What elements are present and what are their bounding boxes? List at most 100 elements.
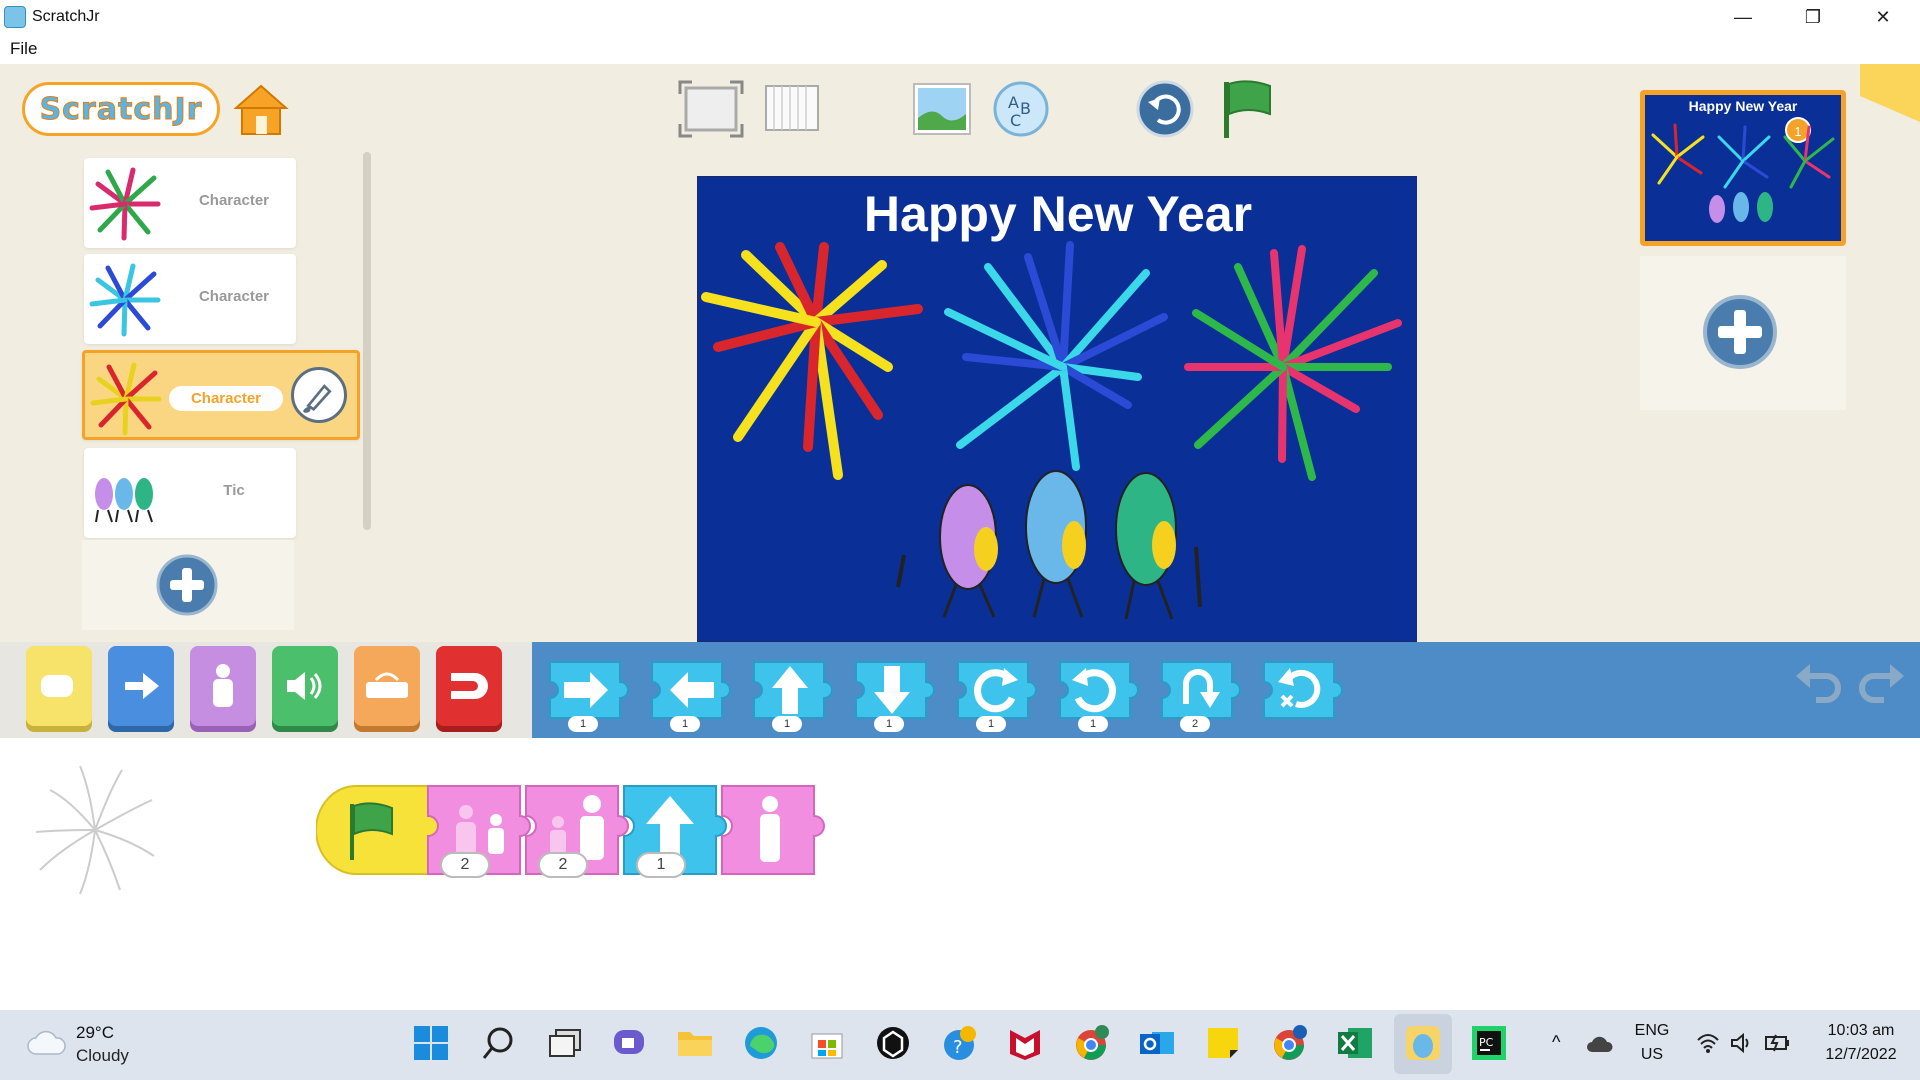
- category-looks[interactable]: [190, 646, 256, 726]
- onedrive-cloud-icon[interactable]: [1586, 1034, 1614, 1054]
- chrome-profile-r-icon[interactable]: [1072, 1024, 1110, 1062]
- scratchjr-taskbar-icon[interactable]: [1404, 1024, 1442, 1062]
- outlook-icon[interactable]: [1138, 1024, 1176, 1062]
- close-button[interactable]: ✕: [1848, 0, 1918, 34]
- sprite-list-scrollbar[interactable]: [363, 152, 371, 530]
- scratchjr-logo: ScratchJr: [22, 82, 220, 136]
- battery-icon[interactable]: [1764, 1032, 1792, 1054]
- category-triggers[interactable]: [26, 646, 92, 726]
- sprite-thumbnail: [90, 362, 162, 436]
- language-indicator-top[interactable]: ENG: [1632, 1022, 1672, 1040]
- page-thumbnail-drawing: [1651, 123, 1835, 223]
- shrink-amount-field[interactable]: 2: [440, 852, 490, 878]
- category-end[interactable]: [436, 646, 502, 726]
- app-hexagon-icon[interactable]: [874, 1024, 912, 1062]
- fullscreen-icon[interactable]: [678, 80, 744, 138]
- sticky-notes-icon[interactable]: [1204, 1024, 1242, 1062]
- person-icon: [213, 664, 233, 707]
- block-count-label[interactable]: 1: [568, 716, 598, 732]
- excel-icon[interactable]: [1336, 1024, 1374, 1062]
- wifi-icon[interactable]: [1696, 1032, 1720, 1054]
- arrow-right-icon: [125, 673, 159, 699]
- corner-fold: [1860, 64, 1920, 122]
- green-flag-trigger-block[interactable]: [316, 782, 440, 878]
- block-count-label[interactable]: 1: [772, 716, 802, 732]
- stage-drawing: [701, 241, 1402, 620]
- end-block-icon: [451, 673, 488, 699]
- chat-icon[interactable]: [610, 1024, 648, 1062]
- window-title: ScratchJr: [32, 8, 100, 25]
- paint-editor-brush-icon[interactable]: [291, 367, 347, 423]
- menu-file[interactable]: File: [10, 39, 37, 59]
- redo-icon[interactable]: [1854, 654, 1908, 708]
- grow-amount-field[interactable]: 2: [538, 852, 588, 878]
- search-icon[interactable]: [480, 1024, 518, 1062]
- volume-icon[interactable]: [1730, 1032, 1754, 1054]
- edge-browser-icon[interactable]: [742, 1024, 780, 1062]
- scratchjr-app-icon: [4, 6, 26, 28]
- undo-icon[interactable]: [1792, 654, 1846, 708]
- svg-text:PC: PC: [1479, 1036, 1494, 1049]
- sprite-thumbnail: [89, 167, 161, 241]
- file-explorer-icon[interactable]: [676, 1024, 714, 1062]
- sprite-thumbnail: [89, 263, 161, 337]
- home-icon[interactable]: [232, 80, 290, 138]
- chrome-profile-l-icon[interactable]: [1270, 1024, 1308, 1062]
- windows-start-icon[interactable]: [412, 1024, 450, 1062]
- microsoft-store-icon[interactable]: [808, 1024, 846, 1062]
- show-hidden-icons-chevron[interactable]: ^: [1552, 1032, 1560, 1053]
- trigger-category-icon: [41, 675, 73, 697]
- title-bar: ScratchJr — ❐ ✕: [0, 0, 1920, 34]
- add-page-panel: [1640, 256, 1846, 410]
- minimize-button[interactable]: —: [1708, 0, 1778, 34]
- sprite-label: Tic: [223, 482, 245, 499]
- restore-button[interactable]: ❐: [1778, 0, 1848, 34]
- move-up-amount-field[interactable]: 1: [636, 852, 686, 878]
- clock-date[interactable]: 12/7/2022: [1806, 1046, 1916, 1064]
- cloud-weather-icon[interactable]: [26, 1028, 66, 1058]
- sprite-item-1[interactable]: Character: [84, 158, 296, 248]
- weather-temperature[interactable]: 29°C: [76, 1023, 114, 1043]
- weather-description[interactable]: Cloudy: [76, 1046, 129, 1066]
- page-thumbnail-1[interactable]: Happy New Year 1: [1640, 90, 1846, 246]
- category-sound[interactable]: [272, 646, 338, 726]
- logo-text: ScratchJr: [39, 91, 203, 127]
- block-count-label[interactable]: 1: [874, 716, 904, 732]
- reset-size-block[interactable]: [718, 782, 832, 878]
- background-icon[interactable]: [912, 82, 972, 136]
- page-thumbnail-title: Happy New Year: [1688, 98, 1798, 114]
- sprite-label: Character: [198, 192, 270, 209]
- block-count-label[interactable]: 1: [1078, 716, 1108, 732]
- text-abc-icon[interactable]: A B C: [992, 80, 1050, 138]
- sprite-item-2[interactable]: Character: [84, 254, 296, 344]
- add-sprite-panel: [82, 540, 294, 630]
- block-count-label[interactable]: 1: [670, 716, 700, 732]
- stage-canvas[interactable]: Happy New Year: [697, 176, 1417, 642]
- sprite-label[interactable]: Character: [169, 386, 283, 411]
- grid-icon[interactable]: [764, 84, 820, 134]
- reset-characters-icon[interactable]: [1136, 80, 1194, 138]
- block-count-label[interactable]: 2: [1180, 716, 1210, 732]
- mcafee-icon[interactable]: [1006, 1024, 1044, 1062]
- block-count-label[interactable]: 1: [976, 716, 1006, 732]
- get-help-icon[interactable]: ?: [940, 1024, 978, 1062]
- sprite-thumbnail: [95, 478, 153, 523]
- svg-text:?: ?: [953, 1037, 963, 1058]
- task-view-icon[interactable]: [546, 1024, 584, 1062]
- clock-time[interactable]: 10:03 am: [1806, 1022, 1916, 1040]
- sprite-item-3-selected[interactable]: Character: [82, 350, 360, 440]
- sprite-item-4[interactable]: Tic: [84, 448, 296, 538]
- go-home-block[interactable]: [1260, 654, 1344, 726]
- pycharm-icon[interactable]: PC: [1470, 1024, 1508, 1062]
- control-icon: [366, 672, 408, 698]
- add-sprite-plus-icon[interactable]: [156, 554, 218, 616]
- language-indicator-bottom[interactable]: US: [1632, 1046, 1672, 1064]
- category-control[interactable]: [354, 646, 420, 726]
- green-flag-icon[interactable]: [1218, 78, 1274, 140]
- svg-text:A: A: [1008, 93, 1019, 112]
- menu-bar: File: [0, 34, 1920, 64]
- add-page-plus-icon[interactable]: [1702, 294, 1778, 370]
- sprite-label: Character: [198, 288, 270, 305]
- scripts-area[interactable]: [0, 738, 1920, 1010]
- category-motion[interactable]: [108, 646, 174, 726]
